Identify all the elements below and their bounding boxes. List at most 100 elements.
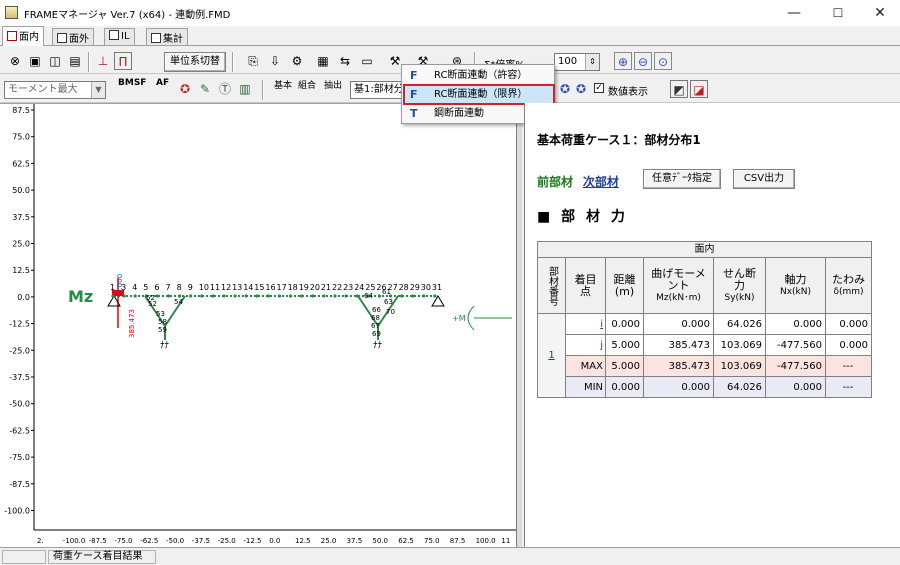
- zoom-input[interactable]: 100 ⇕: [554, 53, 600, 71]
- csv-export-button[interactable]: CSV出力: [733, 169, 795, 189]
- frame-icon[interactable]: Π: [114, 52, 132, 70]
- tab-shukei[interactable]: 集計: [146, 28, 188, 45]
- x-tick-label: 62.5: [398, 537, 414, 545]
- zoom-out-icon[interactable]: ⊖: [634, 52, 652, 70]
- point-cell[interactable]: j: [565, 334, 606, 356]
- maximize-button[interactable]: ☐: [816, 0, 860, 26]
- x-tick-label: 50.0: [372, 537, 388, 545]
- node-point: [400, 294, 404, 298]
- point-cell: MAX: [565, 355, 606, 377]
- af-checks[interactable]: AF: [156, 78, 169, 88]
- x-tick-label: 75.0: [424, 537, 440, 545]
- tab-mennai[interactable]: 面内: [2, 26, 44, 46]
- status-bar: 荷重ケース着目結果: [0, 547, 900, 565]
- node-label: 19: [299, 283, 309, 292]
- node-label: 7: [166, 283, 171, 292]
- kumiawase-check[interactable]: 組合: [298, 78, 316, 91]
- table-icon[interactable]: ▤: [66, 52, 84, 70]
- display-icon-4[interactable]: ▥: [236, 80, 254, 98]
- stop-icon[interactable]: ⊗: [6, 52, 24, 70]
- member-label: 58: [158, 318, 167, 326]
- support-icon[interactable]: ⊥: [94, 52, 112, 70]
- moment-cell: 0.000: [643, 313, 714, 335]
- kihon-check[interactable]: 基本: [274, 78, 292, 91]
- node-label: 28: [399, 283, 409, 292]
- y-tick-label: -87.5: [9, 480, 30, 489]
- copy-icon[interactable]: ⎘: [244, 52, 262, 70]
- menu-item-rc-limit[interactable]: F RC断面連動（限界）: [403, 84, 555, 105]
- deflection-cell: 0.000: [825, 334, 872, 356]
- vertical-splitter[interactable]: [516, 103, 522, 547]
- case-combo[interactable]: 基1:部材分: [350, 81, 402, 99]
- node-point: [111, 294, 115, 298]
- node-label: 12: [221, 283, 231, 292]
- chevron-down-icon[interactable]: ▼: [91, 82, 105, 98]
- point-cell[interactable]: i: [565, 313, 606, 335]
- settings-icon[interactable]: ⚙: [288, 52, 306, 70]
- link-icon[interactable]: ⇆: [336, 52, 354, 70]
- zoom-fit-icon[interactable]: ⊙: [654, 52, 672, 70]
- node-label: 4: [132, 283, 137, 292]
- y-tick-label: -62.5: [9, 426, 30, 435]
- report-icon[interactable]: ▦: [314, 52, 332, 70]
- spinner-icon[interactable]: ⇕: [585, 54, 599, 70]
- node-label: 5: [143, 283, 148, 292]
- close-button[interactable]: ✕: [858, 0, 900, 26]
- display-icon-3[interactable]: Ⓣ: [216, 80, 234, 98]
- member-label: 59: [158, 326, 167, 334]
- display-icon-1[interactable]: ✪: [176, 80, 194, 98]
- tab-mengai[interactable]: 面外: [52, 28, 94, 45]
- y-tick-label: -100.0: [4, 507, 30, 516]
- node-label: 22: [332, 283, 342, 292]
- x-tick-label: 25.0: [321, 537, 337, 545]
- group-header: 面内: [537, 241, 872, 258]
- member-label: 67: [371, 322, 380, 330]
- node-point: [422, 294, 426, 298]
- all-icon[interactable]: ◪: [690, 80, 708, 98]
- distance-cell: 0.000: [605, 313, 644, 335]
- load-icon[interactable]: ⇩: [266, 52, 284, 70]
- numeric-display-checkbox[interactable]: ✓: [594, 83, 604, 93]
- one-icon[interactable]: ◩: [670, 80, 688, 98]
- column-header: たわみ δ(mm): [825, 257, 872, 314]
- shear-cell: 64.026: [713, 313, 766, 335]
- zoom-in-icon[interactable]: ⊕: [614, 52, 632, 70]
- shear-cell: 103.069: [713, 355, 766, 377]
- printer-icon[interactable]: ▣: [26, 52, 44, 70]
- window-icon[interactable]: ◫: [46, 52, 64, 70]
- node-point: [377, 294, 381, 298]
- node-label: 25: [365, 283, 375, 292]
- minimize-button[interactable]: —: [772, 0, 816, 26]
- node-label: 24: [354, 283, 364, 292]
- next-member-link[interactable]: 次部材: [583, 175, 619, 189]
- y-tick-label: -75.0: [9, 453, 30, 462]
- member-label: 69: [372, 330, 381, 338]
- moment-combo[interactable]: モーメント最大 ▼: [4, 81, 106, 99]
- x-tick-label: -75.0: [114, 537, 132, 545]
- panel-icon[interactable]: ▭: [358, 52, 376, 70]
- unit-switch-button[interactable]: 単位系切替: [164, 52, 226, 72]
- summary-icon: [151, 33, 161, 43]
- custom-data-button[interactable]: 任意ﾃﾞｰﾀ指定: [643, 169, 721, 189]
- x-tick-label: -50.0: [166, 537, 184, 545]
- node-label: 29: [410, 283, 420, 292]
- inplane-icon: [7, 31, 17, 41]
- member-label: 70: [386, 308, 395, 316]
- member-number-link[interactable]: 1: [548, 350, 554, 361]
- min-icon[interactable]: ✪: [572, 80, 590, 98]
- prev-member-link[interactable]: 前部材: [537, 175, 573, 189]
- node-point: [133, 294, 137, 298]
- menu-item-rc-allowable[interactable]: F RC断面連動（許容）: [404, 66, 554, 85]
- tab-il[interactable]: IL: [104, 28, 135, 45]
- node-label: 30: [421, 283, 431, 292]
- node-point: [355, 294, 359, 298]
- deflection-cell: ---: [825, 355, 872, 377]
- node-label: 11: [210, 283, 220, 292]
- member-force-table: 面内 部材番号 着目点距離 (m) 曲げモーメ ント Mz(kN･m) せん断 力 Sy(k…: [537, 241, 872, 398]
- axial-cell: 0.000: [765, 313, 826, 335]
- display-icon-2[interactable]: ✎: [196, 80, 214, 98]
- bmsf-checks[interactable]: BMSF: [118, 78, 146, 88]
- right-support-icon: [431, 295, 445, 307]
- diagram-canvas[interactable]: 87.5 75.0 62.5 50.0 37.5 25.0 12.5 0.0 -12.5 -25.…: [0, 103, 519, 547]
- chushutsu-check[interactable]: 抽出: [324, 78, 342, 91]
